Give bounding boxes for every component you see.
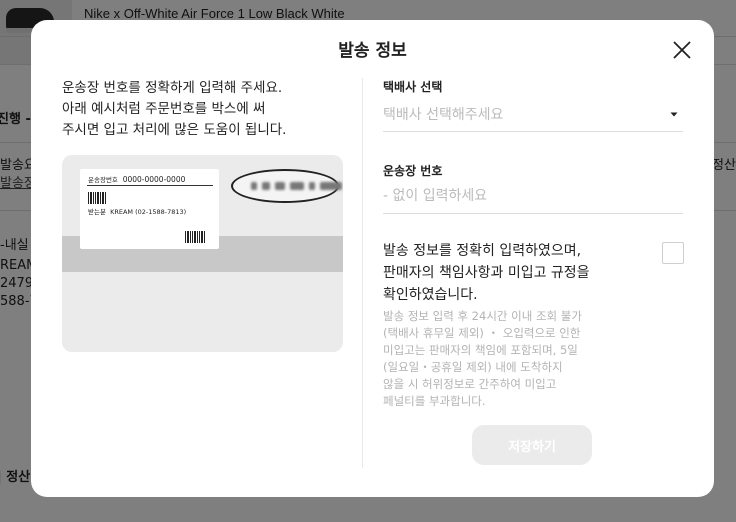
save-button[interactable]: 저장하기 bbox=[472, 425, 592, 465]
barcode-icon bbox=[185, 231, 205, 243]
example-image: 운송장번호 0000-0000-0000 받는분 KREAM (02-1588-… bbox=[62, 155, 343, 352]
modal-title: 발송 정보 bbox=[338, 41, 407, 61]
guide-text: 운송장 번호를 정확하게 입력해 주세요. 아래 예시처럼 주문번호를 박스에 … bbox=[62, 80, 287, 138]
courier-select[interactable]: 택배사 선택해주세요 bbox=[383, 97, 683, 132]
close-icon bbox=[673, 41, 691, 59]
confirm-checkbox[interactable] bbox=[662, 242, 684, 264]
close-button[interactable] bbox=[670, 38, 694, 62]
order-number-circle bbox=[231, 169, 342, 203]
column-divider bbox=[362, 78, 363, 468]
barcode-icon bbox=[88, 192, 106, 204]
confirm-text: 발송 정보를 정확히 입력하였으며, 판매자의 책임사항과 미입고 규정을 확인… bbox=[383, 243, 590, 303]
example-tracking: 운송장번호 0000-0000-0000 bbox=[88, 175, 186, 184]
form-section: 택배사 선택 택배사 선택해주세요 운송장 번호 발송 정보를 정확히 입력하였… bbox=[383, 78, 684, 410]
tracking-label: 운송장 번호 bbox=[383, 164, 443, 178]
example-receiver: 받는분 KREAM (02-1588-7813) bbox=[88, 208, 187, 216]
tracking-number-input[interactable] bbox=[383, 179, 683, 214]
caret-down-icon bbox=[668, 108, 680, 120]
example-label: 운송장번호 0000-0000-0000 받는분 KREAM (02-1588-… bbox=[80, 169, 219, 249]
confirm-notice: 발송 정보 입력 후 24시간 이내 조회 불가 (택배사 휴무일 제외) ・ … bbox=[383, 309, 582, 408]
courier-placeholder: 택배사 선택해주세요 bbox=[383, 107, 504, 123]
confirm-section: 발송 정보를 정확히 입력하였으며, 판매자의 책임사항과 미입고 규정을 확인… bbox=[383, 240, 684, 410]
shipping-info-modal: 발송 정보 운송장 번호를 정확하게 입력해 주세요. 아래 예시처럼 주문번호… bbox=[31, 20, 714, 497]
guide-section: 운송장 번호를 정확하게 입력해 주세요. 아래 예시처럼 주문번호를 박스에 … bbox=[62, 78, 352, 352]
courier-label: 택배사 선택 bbox=[383, 80, 443, 94]
